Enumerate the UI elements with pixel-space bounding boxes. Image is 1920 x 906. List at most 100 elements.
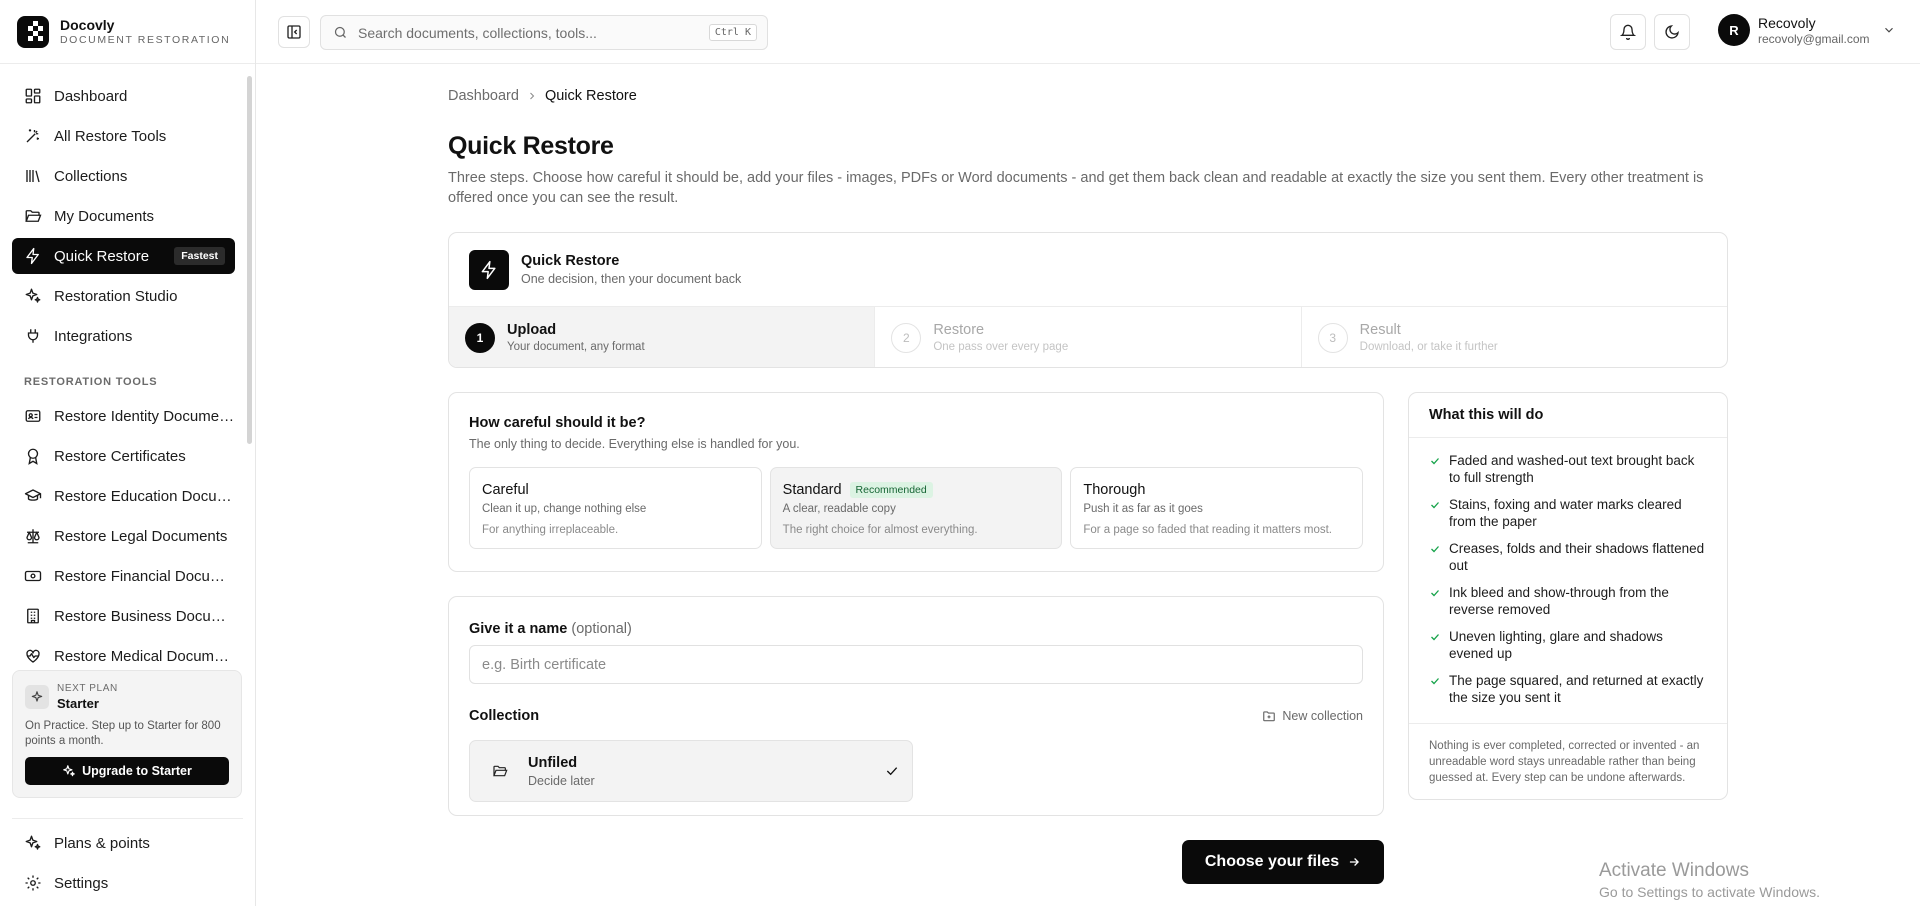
plan-icon-box — [25, 685, 49, 709]
sidebar-item-settings[interactable]: Settings — [12, 865, 235, 901]
new-collection-label: New collection — [1282, 709, 1363, 723]
collection-label: Collection — [469, 708, 540, 724]
id-card-icon — [25, 410, 41, 422]
next-plan-description: On Practice. Step up to Starter for 800 … — [25, 720, 221, 747]
breadcrumb-dashboard-link[interactable]: Dashboard — [448, 88, 519, 104]
option-thorough[interactable]: Thorough Push it as far as it goes For a… — [1070, 467, 1364, 549]
sparkles-icon — [63, 765, 75, 777]
sidebar-item-restore-legal[interactable]: Restore Legal Documents — [12, 518, 235, 554]
sidebar-item-label: Restore Medical Docum… — [54, 647, 230, 665]
avatar: R — [1718, 14, 1750, 46]
name-label-text: Give it a name — [469, 621, 568, 637]
option-name: Thorough — [1083, 482, 1146, 498]
list-item: Stains, foxing and water marks cleared f… — [1429, 496, 1707, 530]
heart-pulse-icon — [26, 649, 40, 663]
sidebar-item-restore-financial[interactable]: Restore Financial Docu… — [12, 558, 235, 594]
sidebar: Docovly DOCUMENT RESTORATION Dashboard A… — [0, 0, 256, 906]
sidebar-item-my-documents[interactable]: My Documents — [12, 198, 235, 234]
naming-card: Give it a name (optional) Collection New… — [448, 596, 1384, 816]
notifications-button[interactable] — [1610, 14, 1646, 50]
upgrade-button-label: Upgrade to Starter — [82, 764, 192, 778]
benefit-text: The page squared, and returned at exactl… — [1449, 673, 1704, 705]
sidebar-item-label: Restore Education Docu… — [54, 487, 232, 505]
check-icon — [1431, 546, 1439, 553]
step-label: Result — [1359, 322, 1401, 338]
bell-icon — [1620, 24, 1636, 40]
gear-icon — [25, 875, 41, 891]
sidebar-divider — [12, 818, 243, 819]
search-shortcut: Ctrl K — [708, 24, 757, 41]
document-name-input[interactable] — [469, 645, 1363, 684]
docovly-logo-icon — [17, 15, 49, 48]
sidebar-item-label: Restore Identity Docume… — [54, 407, 235, 425]
plug-icon — [27, 329, 39, 343]
side-card-title: What this will do — [1409, 393, 1727, 438]
check-icon — [1431, 590, 1439, 597]
stepper-subtitle: One decision, then your document back — [521, 272, 742, 286]
sidebar-item-label: Restore Financial Docu… — [54, 567, 225, 585]
care-subtitle: The only thing to decide. Everything els… — [469, 437, 800, 451]
option-standard[interactable]: Standard Recommended A clear, readable c… — [769, 467, 1063, 549]
sidebar-item-label: All Restore Tools — [54, 127, 167, 145]
sidebar-item-dashboard[interactable]: Dashboard — [12, 78, 235, 114]
dashboard-icon — [25, 88, 41, 104]
search-bar[interactable]: Ctrl K — [320, 15, 768, 50]
check-icon — [1431, 678, 1439, 685]
sidebar-item-collections[interactable]: Collections — [12, 158, 235, 194]
sidebar-item-restore-medical[interactable]: Restore Medical Docum… — [12, 638, 235, 674]
care-level-card: How careful should it be? The only thing… — [448, 392, 1384, 572]
building-icon — [27, 608, 39, 624]
sidebar-item-restore-certificates[interactable]: Restore Certificates — [12, 438, 235, 474]
step-sub: Your document, any format — [507, 341, 645, 353]
sidebar-item-restore-identity[interactable]: Restore Identity Docume… — [12, 398, 235, 434]
benefit-text: Stains, foxing and water marks cleared f… — [1449, 497, 1682, 529]
sidebar-item-all-restore-tools[interactable]: All Restore Tools — [12, 118, 235, 154]
search-input[interactable] — [358, 24, 698, 41]
theme-toggle-button[interactable] — [1654, 14, 1690, 50]
brand[interactable]: Docovly DOCUMENT RESTORATION — [0, 0, 255, 64]
collection-option-unfiled[interactable]: Unfiled Decide later — [469, 740, 913, 802]
watermark-line1: Activate Windows — [1599, 860, 1749, 881]
list-item: Creases, folds and their shadows flatten… — [1429, 540, 1707, 574]
sidebar-item-integrations[interactable]: Integrations — [12, 318, 235, 354]
step-restore: 2 Restore One pass over every page — [875, 307, 1302, 367]
step-sub: One pass over every page — [933, 341, 1069, 353]
step-result: 3 Result Download, or take it further — [1302, 307, 1727, 367]
step-upload[interactable]: 1 Upload Your document, any format — [449, 307, 876, 367]
option-description: Clean it up, change nothing else — [482, 503, 647, 515]
choose-files-label: Choose your files — [1204, 853, 1340, 870]
sidebar-item-plans-points[interactable]: Plans & points — [12, 825, 235, 861]
option-hint: For anything irreplaceable. — [482, 524, 619, 536]
breadcrumb-current: Quick Restore — [544, 88, 637, 104]
library-icon — [26, 170, 40, 183]
new-collection-button[interactable]: New collection — [1262, 709, 1363, 723]
step-label: Restore — [933, 322, 985, 338]
option-careful[interactable]: Careful Clean it up, change nothing else… — [469, 467, 762, 549]
sidebar-item-label: My Documents — [54, 207, 155, 225]
breadcrumb: Dashboard Quick Restore — [448, 88, 637, 104]
check-icon — [1431, 502, 1439, 509]
choose-files-button[interactable]: Choose your files — [1182, 840, 1384, 884]
option-hint: The right choice for almost everything. — [782, 524, 978, 536]
sidebar-item-restore-business[interactable]: Restore Business Docu… — [12, 598, 235, 634]
sidebar-item-label: Dashboard — [54, 87, 128, 105]
upgrade-button[interactable]: Upgrade to Starter — [25, 757, 229, 785]
sidebar-item-label: Restore Legal Documents — [54, 527, 228, 545]
sidebar-item-restore-education[interactable]: Restore Education Docu… — [12, 478, 235, 514]
next-plan-card: NEXT PLAN Starter On Practice. Step up t… — [12, 670, 242, 798]
list-item: Ink bleed and show-through from the reve… — [1429, 584, 1707, 618]
folder-open-icon — [493, 765, 508, 777]
folder-plus-icon — [1263, 711, 1276, 722]
list-item: Uneven lighting, glare and shadows evene… — [1429, 628, 1707, 662]
sparkle-icon — [31, 691, 43, 702]
sidebar-item-restoration-studio[interactable]: Restoration Studio — [12, 278, 235, 314]
sidebar-item-quick-restore[interactable]: Quick Restore Fastest — [12, 238, 235, 274]
option-name: Standard — [782, 482, 842, 498]
bolt-icon — [26, 247, 39, 265]
sidebar-scrollbar[interactable] — [247, 76, 252, 444]
step-label: Upload — [507, 322, 557, 338]
sidebar-toggle-button[interactable] — [278, 16, 310, 48]
user-menu[interactable]: R Recovoly recovoly@gmail.com — [1718, 14, 1896, 46]
check-icon — [1431, 458, 1439, 465]
step-sub: Download, or take it further — [1359, 341, 1498, 353]
